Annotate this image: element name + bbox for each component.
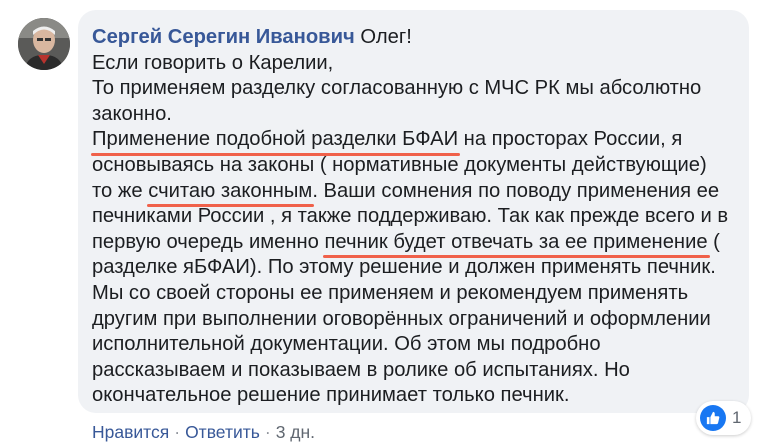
highlighted-text: считаю законным [147, 179, 315, 207]
comment-text-segment: То применяем разделку согласованную с МЧ… [92, 77, 702, 100]
comment-line: исполнительной документации. Об этом мы … [92, 332, 742, 358]
comment-text-segment: разделке яБФАИ). По этому решение и долж… [92, 256, 716, 279]
comment-text-segment: законно. [92, 102, 172, 125]
comment-line: То применяем разделку согласованную с МЧ… [92, 76, 742, 102]
comment-text-segment: основываясь на законы ( нормативные доку… [92, 153, 707, 176]
comment-text-segment: на просторах России, я [458, 128, 683, 151]
highlighted-text: печник будет отвечать за ее применение [323, 230, 710, 258]
like-link[interactable]: Нравится [92, 422, 169, 443]
comment-text-segment: рассказываем и показываем в ролике об ис… [92, 358, 630, 381]
reply-link[interactable]: Ответить [185, 422, 260, 443]
comment-avatar[interactable] [18, 18, 70, 70]
reactions-badge[interactable]: 1 [696, 401, 752, 435]
separator: · [264, 422, 271, 442]
comment-text-segment: ( [707, 230, 720, 253]
comment-line: первую очередь именно печник будет отвеч… [92, 230, 742, 258]
comment-text: Сергей Серегин Иванович Олег! Если говори… [90, 25, 742, 409]
comment-line: законно. [92, 102, 742, 128]
comment-line: окончательное решение принимает только п… [92, 383, 742, 409]
comment-text-segment: окончательное решение принимает только п… [92, 384, 570, 407]
comment-line: то же считаю законным. Ваши сомнения по … [92, 179, 742, 207]
comment-line: Мы со своей стороны ее применяем и реком… [92, 281, 742, 307]
comment-author[interactable]: Сергей Серегин Иванович [92, 26, 355, 48]
comment-line: Если говорить о Карелии, [92, 51, 742, 77]
comment-text-segment: . Ваши сомнения по поводу применения ее [312, 179, 720, 202]
comment-line: основываясь на законы ( нормативные доку… [92, 153, 742, 179]
comment-line: Применение подобной разделки БФАИ на про… [90, 127, 742, 156]
comment-line: печниками России , я также поддерживаю. … [92, 204, 742, 230]
comment-text-segment: Олег! [354, 26, 412, 48]
comment-text-segment: исполнительной документации. Об этом мы … [92, 333, 601, 356]
comment-text-segment: другим при выполнении оговорённых ограни… [92, 307, 711, 330]
comment-line: разделке яБФАИ). По этому решение и долж… [92, 255, 742, 281]
comment-text-segment: Мы со своей стороны ее применяем и реком… [92, 281, 689, 304]
comment-text-segment: первую очередь именно [92, 230, 325, 253]
comment-line: Сергей Серегин Иванович Олег! [92, 25, 742, 51]
comment-text-segment: то же [92, 179, 149, 202]
comment-text-segment: Если говорить о Карелии, [92, 51, 334, 74]
comment-bubble: Сергей Серегин Иванович Олег! Если говори… [78, 10, 749, 413]
comment-line: другим при выполнении оговорённых ограни… [92, 307, 742, 333]
comment-actions: Нравится · Ответить · 3 дн. [92, 422, 315, 443]
comment-text-segment: печниками России , я также поддерживаю. … [92, 205, 729, 228]
highlighted-text: Применение подобной разделки БФАИ [90, 127, 461, 156]
comment-line: рассказываем и показываем в ролике об ис… [92, 358, 742, 384]
reaction-count: 1 [732, 408, 742, 427]
timestamp[interactable]: 3 дн. [276, 422, 315, 443]
separator: · [174, 422, 181, 442]
like-icon [700, 405, 726, 431]
